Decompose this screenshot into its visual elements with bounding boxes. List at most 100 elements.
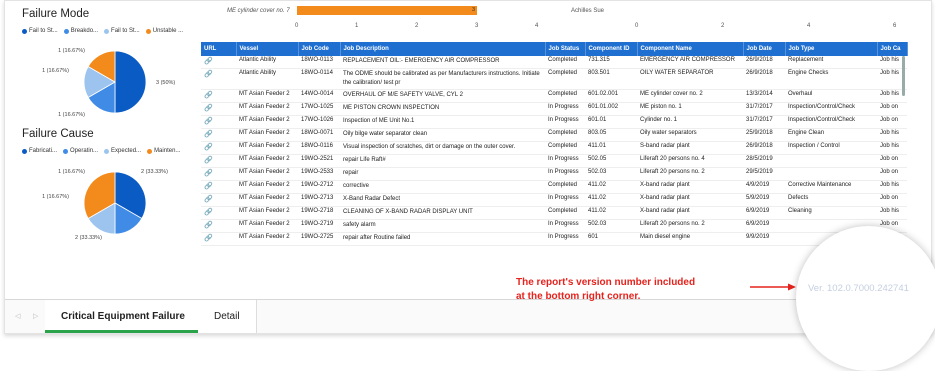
- table-row[interactable]: 🔗 MT Asian Feeder 2 14WO-0014 OVERHAUL OF M…: [201, 89, 907, 103]
- tab-detail[interactable]: Detail: [198, 300, 257, 333]
- table-cell: X-Band Radar Defect: [340, 193, 545, 207]
- link-icon[interactable]: 🔗: [201, 89, 236, 103]
- table-row[interactable]: 🔗 MT Asian Feeder 2 19WO-2533 repair In Prog…: [201, 167, 907, 181]
- table-cell: MT Asian Feeder 2: [236, 232, 298, 246]
- column-header[interactable]: Component Name: [637, 42, 744, 56]
- table-cell: Job on: [877, 193, 907, 207]
- table-cell: MT Asian Feeder 2: [236, 167, 298, 181]
- table-row[interactable]: 🔗 Atlantic Ability 18WO-0113 REPLACEMENT OI…: [201, 56, 907, 69]
- table-cell: Engine Clean: [785, 128, 877, 142]
- table-cell: 601.02.001: [585, 89, 637, 103]
- table-row[interactable]: 🔗 MT Asian Feeder 2 18WO-0116 Visual inspec…: [201, 141, 907, 155]
- link-icon[interactable]: 🔗: [201, 102, 236, 116]
- table-cell: Completed: [545, 141, 585, 155]
- link-icon[interactable]: 🔗: [201, 115, 236, 129]
- link-icon[interactable]: 🔗: [201, 128, 236, 142]
- tab-critical-equipment-failure[interactable]: Critical Equipment Failure: [45, 300, 202, 333]
- link-icon[interactable]: 🔗: [201, 180, 236, 194]
- table-row[interactable]: 🔗 MT Asian Feeder 2 19WO-2719 safety alarm I…: [201, 219, 907, 233]
- prev-page-icon[interactable]: ◁: [15, 312, 20, 320]
- table-cell: Completed: [545, 128, 585, 142]
- legend-dot-icon: [63, 148, 69, 154]
- pie-slice-label: 1 (16.67%): [58, 169, 85, 175]
- column-header[interactable]: Component ID: [585, 42, 638, 56]
- table-row[interactable]: 🔗 MT Asian Feeder 2 19WO-2725 repair after …: [201, 232, 907, 246]
- table-cell: Oily bilge water separator clean: [340, 128, 545, 142]
- link-icon[interactable]: 🔗: [201, 167, 236, 181]
- table-cell: In Progress: [545, 154, 585, 168]
- legend-label: Expected...: [111, 148, 142, 154]
- link-icon[interactable]: 🔗: [201, 206, 236, 220]
- table-cell: Defects: [785, 193, 877, 207]
- version-annotation: The report's version number included at …: [516, 276, 695, 304]
- table-cell: 13/3/2014: [743, 89, 785, 103]
- failure-mode-legend-item[interactable]: Fail to St...: [22, 28, 58, 34]
- failure-cause-pie-chart: 1 (16.67%) 2 (33.33%) 1 (16.67%) 2 (33.33%): [42, 169, 168, 241]
- table-cell: [785, 154, 877, 168]
- column-header[interactable]: Job Description: [340, 42, 546, 56]
- table-cell: 29/5/2019: [743, 167, 785, 181]
- axis-tick-label: 0: [295, 23, 299, 29]
- table-cell: In Progress: [545, 167, 585, 181]
- table-cell: repair: [340, 167, 545, 181]
- pie-slice-label: 1 (16.67%): [58, 48, 85, 54]
- table-row[interactable]: 🔗 MT Asian Feeder 2 19WO-2718 CLEANING OF X…: [201, 206, 907, 220]
- link-icon[interactable]: 🔗: [201, 141, 236, 155]
- failure-cause-legend-item[interactable]: Expected...: [104, 148, 141, 154]
- axis-tick-label: 2: [415, 23, 419, 29]
- table-cell: In Progress: [545, 193, 585, 207]
- link-icon[interactable]: 🔗: [201, 219, 236, 233]
- column-header[interactable]: Job Date: [743, 42, 786, 56]
- link-icon[interactable]: 🔗: [201, 232, 236, 246]
- failure-mode-legend-item[interactable]: Unstable ...: [145, 28, 183, 34]
- table-cell: 5/9/2019: [743, 193, 785, 207]
- column-header[interactable]: URL: [201, 42, 237, 56]
- table-body: 🔗 Atlantic Ability 18WO-0113 REPLACEMENT OI…: [201, 56, 907, 246]
- table-cell: Job his: [877, 141, 907, 155]
- legend-label: Fail to St...: [29, 28, 58, 34]
- table-cell: 731.315: [585, 56, 637, 69]
- table-scrollbar[interactable]: [902, 56, 905, 96]
- pie-slice-label: 2 (33.33%): [141, 169, 168, 175]
- link-icon[interactable]: 🔗: [201, 68, 236, 90]
- bar-fill: 3: [297, 6, 477, 15]
- table-cell: [785, 167, 877, 181]
- link-icon[interactable]: 🔗: [201, 56, 236, 69]
- table-cell: MT Asian Feeder 2: [236, 89, 298, 103]
- table-cell: MT Asian Feeder 2: [236, 206, 298, 220]
- table-cell: MT Asian Feeder 2: [236, 128, 298, 142]
- table-cell: Liferaft 20 persons no. 2: [637, 167, 743, 181]
- column-header[interactable]: Job Type: [785, 42, 878, 56]
- table-row[interactable]: 🔗 MT Asian Feeder 2 19WO-2712 corrective Com…: [201, 180, 907, 194]
- failure-mode-legend-item[interactable]: Fail to St...: [104, 28, 140, 34]
- table-cell: MT Asian Feeder 2: [236, 219, 298, 233]
- table-cell: Liferaft 20 persons no. 2: [637, 219, 743, 233]
- annotation-arrow-icon: [750, 283, 796, 291]
- next-page-icon[interactable]: ▷: [33, 312, 38, 320]
- link-icon[interactable]: 🔗: [201, 193, 236, 207]
- column-header[interactable]: Job Status: [545, 42, 586, 56]
- table-cell: 18WO-0071: [298, 128, 340, 142]
- table-row[interactable]: 🔗 MT Asian Feeder 2 17WO-1026 Inspection of…: [201, 115, 907, 129]
- failure-cause-legend-item[interactable]: Mainten...: [147, 148, 180, 154]
- failure-cause-legend-item[interactable]: Operatin...: [63, 148, 98, 154]
- table-cell: 19WO-2719: [298, 219, 340, 233]
- table-cell: Completed: [545, 180, 585, 194]
- failure-cause-legend-item[interactable]: Fabricati...: [22, 148, 57, 154]
- legend-dot-icon: [104, 28, 110, 34]
- pie-slice[interactable]: [114, 50, 147, 114]
- annotation-line-2: at the bottom right corner.: [516, 291, 641, 302]
- column-header[interactable]: Job Ca: [877, 42, 908, 56]
- column-header[interactable]: Vessel: [236, 42, 299, 56]
- table-row[interactable]: 🔗 MT Asian Feeder 2 19WO-2713 X-Band Radar …: [201, 193, 907, 207]
- failure-mode-legend-item[interactable]: Breakdo...: [63, 28, 98, 34]
- column-header[interactable]: Job Code: [298, 42, 341, 56]
- table-row[interactable]: 🔗 MT Asian Feeder 2 19WO-2521 repair Life R…: [201, 154, 907, 168]
- table-row[interactable]: 🔗 MT Asian Feeder 2 17WO-1025 ME PISTON CRO…: [201, 102, 907, 116]
- link-icon[interactable]: 🔗: [201, 154, 236, 168]
- table-cell: 19WO-2713: [298, 193, 340, 207]
- table-row[interactable]: 🔗 Atlantic Ability 18WO-0114 The ODME shoul…: [201, 68, 907, 90]
- table-header-row: URL Vessel Job Code Job Description Job Stat…: [201, 42, 908, 56]
- legend-label: Operatin...: [70, 148, 99, 154]
- table-row[interactable]: 🔗 MT Asian Feeder 2 18WO-0071 Oily bilge wa…: [201, 128, 907, 142]
